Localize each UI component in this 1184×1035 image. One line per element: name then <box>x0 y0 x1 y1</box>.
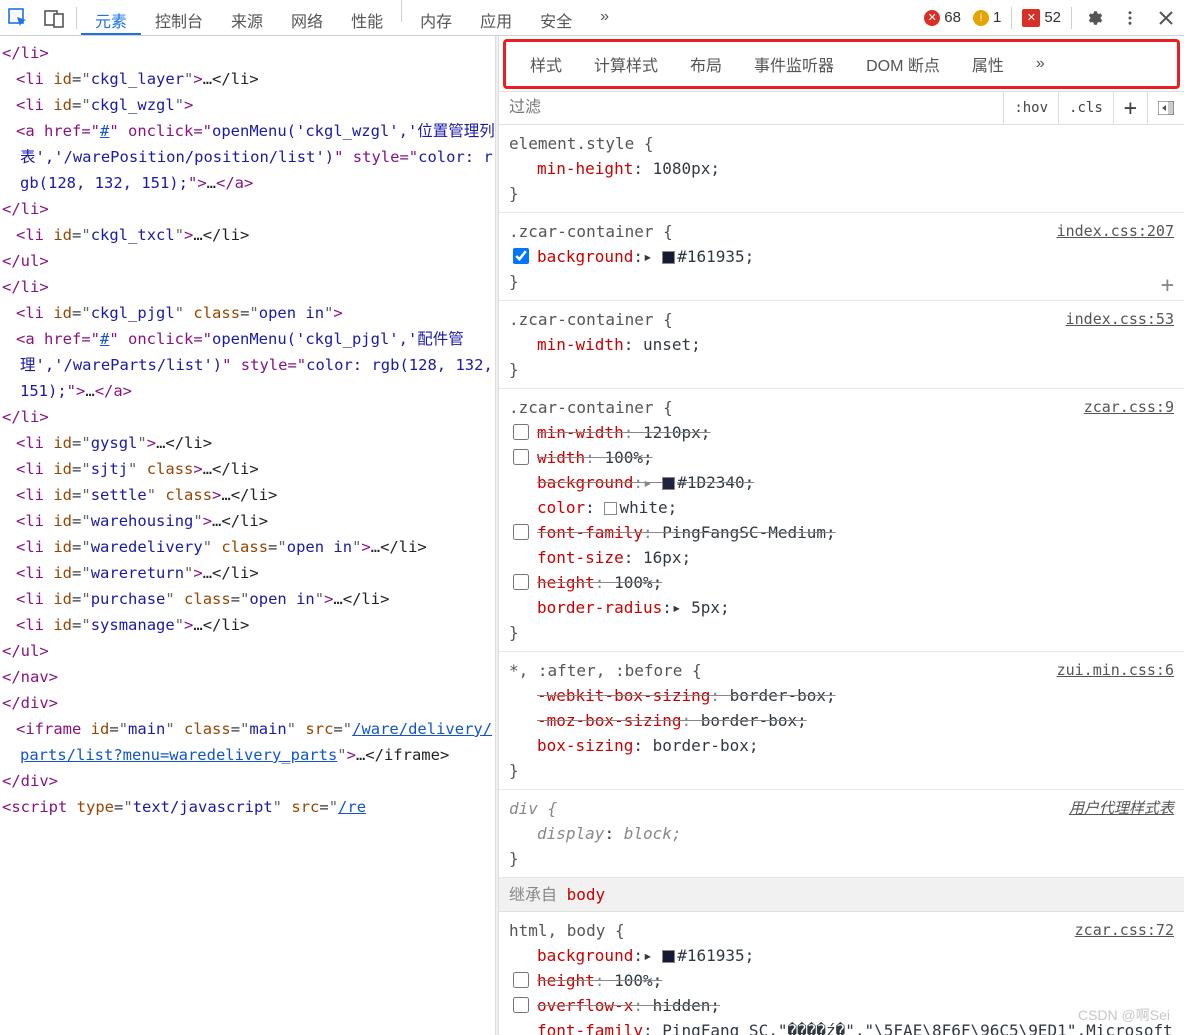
filter-input[interactable] <box>499 93 1003 123</box>
property-row[interactable]: width: 100%; <box>509 445 1174 470</box>
source-link[interactable]: index.css:53 <box>1066 307 1174 332</box>
property-toggle[interactable] <box>513 424 529 440</box>
property-toggle[interactable] <box>513 524 529 540</box>
tab-security[interactable]: 安全 <box>526 0 586 35</box>
property-toggle[interactable] <box>513 997 529 1013</box>
tab-memory[interactable]: 内存 <box>406 0 466 35</box>
property-row[interactable]: min-height: 1080px; <box>509 156 1174 181</box>
subtab-dombreak[interactable]: DOM 断点 <box>850 46 956 82</box>
separator <box>76 7 77 29</box>
separator <box>401 0 402 22</box>
toggle-sidebar-icon[interactable] <box>1147 92 1184 124</box>
add-property-icon[interactable]: + <box>1161 273 1174 298</box>
styles-tabs-highlight: 样式 计算样式 布局 事件监听器 DOM 断点 属性 » <box>503 39 1180 89</box>
watermark: CSDN @啊Sei <box>1078 1005 1170 1025</box>
property-row[interactable]: color: white; <box>509 495 1174 520</box>
subtab-computed[interactable]: 计算样式 <box>578 46 674 82</box>
styles-pane[interactable]: element.style {min-height: 1080px;}index… <box>499 125 1184 1035</box>
tab-elements[interactable]: 元素 <box>81 0 141 35</box>
property-toggle[interactable] <box>513 972 529 988</box>
selector[interactable]: .zcar-container { <box>509 395 1174 420</box>
subtab-layout[interactable]: 布局 <box>674 46 738 82</box>
property-row[interactable]: border-radius:▸ 5px; <box>509 595 1174 620</box>
color-swatch[interactable] <box>662 950 675 963</box>
property-row[interactable]: font-family: PingFang SC,"����ź�","\5FAE… <box>509 1018 1174 1035</box>
tab-network[interactable]: 网络 <box>277 0 337 35</box>
tab-performance[interactable]: 性能 <box>337 0 397 35</box>
subtab-props[interactable]: 属性 <box>956 46 1020 82</box>
elements-tree[interactable]: </li> ▶<li id="ckgl_layer">…</li> ▼<li i… <box>0 36 495 1035</box>
inspect-icon[interactable] <box>0 1 36 35</box>
property-row[interactable]: overflow-x: hidden; <box>509 993 1174 1018</box>
property-row[interactable]: font-family: PingFangSC-Medium; <box>509 520 1174 545</box>
filter-bar: :hov .cls + <box>499 91 1184 125</box>
source-link[interactable]: zcar.css:9 <box>1084 395 1174 420</box>
new-rule-icon[interactable]: + <box>1113 92 1147 124</box>
cls-toggle[interactable]: .cls <box>1058 92 1113 124</box>
error-count[interactable]: ✕68 <box>918 9 967 26</box>
color-swatch[interactable] <box>604 502 617 515</box>
property-row[interactable]: font-size: 16px; <box>509 545 1174 570</box>
source-link[interactable]: zcar.css:72 <box>1075 918 1174 943</box>
main-tabs: 元素 控制台 来源 网络 性能 内存 应用 安全 » <box>81 0 623 35</box>
property-row[interactable]: min-width: 1210px; <box>509 420 1174 445</box>
hov-toggle[interactable]: :hov <box>1003 92 1058 124</box>
source-link[interactable]: zui.min.css:6 <box>1057 658 1174 683</box>
color-swatch[interactable] <box>662 251 675 264</box>
property-row[interactable]: height: 100%; <box>509 968 1174 993</box>
property-row[interactable]: background:▸ #161935; <box>509 943 1174 968</box>
property-toggle[interactable] <box>513 248 529 264</box>
warning-count[interactable]: !1 <box>967 9 1007 26</box>
separator <box>1071 7 1072 29</box>
tab-application[interactable]: 应用 <box>466 0 526 35</box>
issues-count[interactable]: ✕52 <box>1016 9 1067 27</box>
source-link[interactable]: index.css:207 <box>1057 219 1174 244</box>
source-link: 用户代理样式表 <box>1069 796 1174 821</box>
property-row[interactable]: -webkit-box-sizing: border-box; <box>509 683 1174 708</box>
property-row[interactable]: -moz-box-sizing: border-box; <box>509 708 1174 733</box>
close-icon[interactable] <box>1148 1 1184 35</box>
property-toggle[interactable] <box>513 574 529 590</box>
tab-sources[interactable]: 来源 <box>217 0 277 35</box>
more-subtabs-icon[interactable]: » <box>1020 49 1061 79</box>
property-row[interactable]: display: block; <box>509 821 1174 846</box>
selector[interactable]: element.style { <box>509 131 1174 156</box>
property-row[interactable]: box-sizing: border-box; <box>509 733 1174 758</box>
separator <box>1011 7 1012 29</box>
issues-icon: ✕ <box>1022 9 1040 27</box>
property-toggle[interactable] <box>513 449 529 465</box>
devtools-toolbar: 元素 控制台 来源 网络 性能 内存 应用 安全 » ✕68 !1 ✕52 <box>0 0 1184 36</box>
settings-icon[interactable] <box>1076 1 1112 35</box>
kebab-menu-icon[interactable] <box>1112 1 1148 35</box>
property-row[interactable]: background:▸ #1D2340; <box>509 470 1174 495</box>
subtab-listeners[interactable]: 事件监听器 <box>738 46 850 82</box>
inherited-header: 继承自 body <box>499 878 1184 912</box>
color-swatch[interactable] <box>662 477 675 490</box>
device-toggle-icon[interactable] <box>36 1 72 35</box>
more-tabs-icon[interactable]: » <box>586 0 623 35</box>
property-row[interactable]: min-width: unset; <box>509 332 1174 357</box>
property-row[interactable]: background:▸ #161935; <box>509 244 1174 269</box>
tab-console[interactable]: 控制台 <box>141 0 217 35</box>
error-icon: ✕ <box>924 10 940 26</box>
warning-icon: ! <box>973 10 989 26</box>
property-row[interactable]: height: 100%; <box>509 570 1174 595</box>
subtab-styles[interactable]: 样式 <box>514 46 578 82</box>
